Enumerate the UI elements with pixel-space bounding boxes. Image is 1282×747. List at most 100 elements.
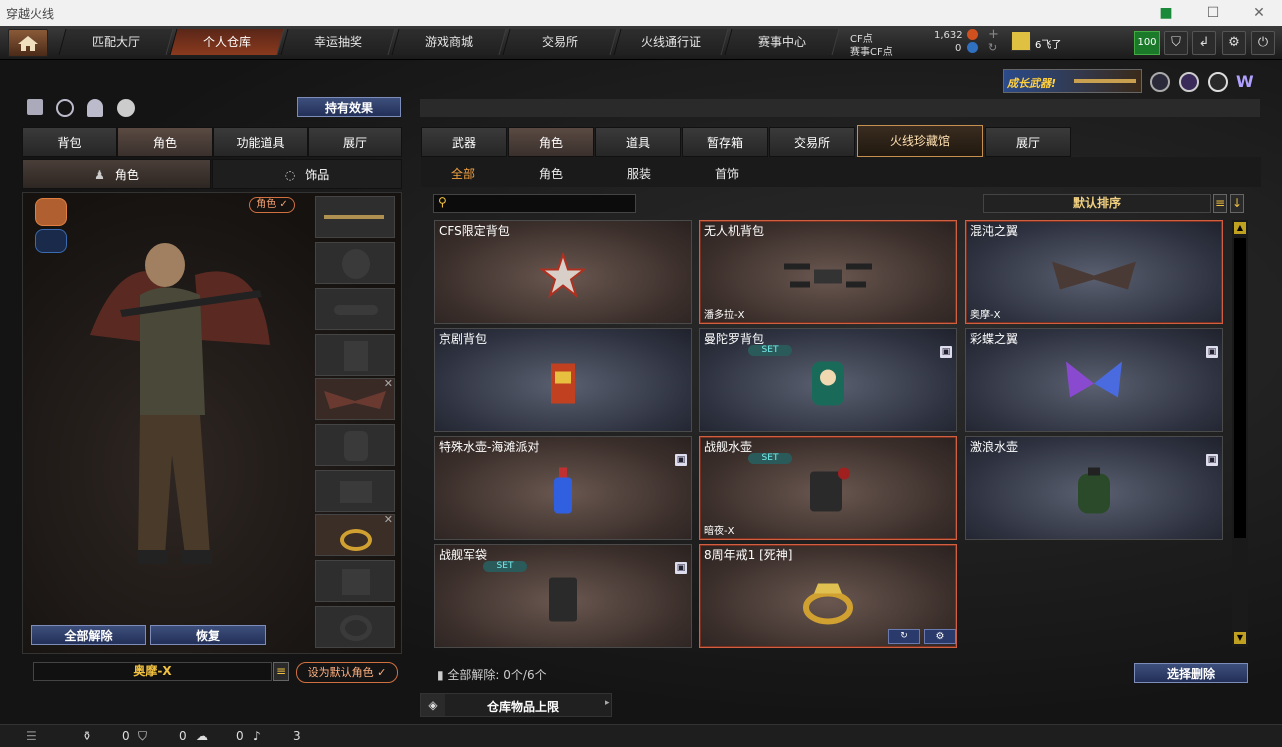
pose-icon[interactable] <box>87 99 103 117</box>
power-button[interactable]: ⏻ <box>1251 31 1275 55</box>
v-emblem-icon[interactable]: W <box>1236 72 1254 91</box>
left-tab-character[interactable]: 角色 <box>117 127 213 157</box>
role-badge[interactable]: 角色 ✓ <box>249 197 295 213</box>
lock-icon[interactable]: ▣ <box>1206 346 1218 358</box>
grenade-icon[interactable] <box>117 99 135 117</box>
right-tab-character[interactable]: 角色 <box>508 127 594 157</box>
restore-button[interactable]: 恢复 <box>150 625 266 645</box>
item-owner: 潘多拉-X <box>704 310 745 321</box>
inventory-icon: ⚱ <box>82 729 93 743</box>
left-tab-showroom[interactable]: 展厅 <box>308 127 402 157</box>
lock-icon[interactable]: ▣ <box>675 454 687 466</box>
item-card[interactable]: 战舰水壶 SET 暗夜-X <box>699 436 957 540</box>
growth-weapon-banner[interactable]: 成长武器! <box>1003 69 1142 93</box>
slot-vest[interactable] <box>315 334 395 376</box>
subtab-character[interactable]: 角色 <box>539 165 563 182</box>
slot-weapon[interactable] <box>315 196 395 238</box>
slot-pouch[interactable] <box>315 470 395 512</box>
slot-head[interactable] <box>315 242 395 284</box>
nav-tab-exchange[interactable]: 交易所 <box>502 29 618 55</box>
slot-ring[interactable]: ✕ <box>315 513 395 556</box>
slot-glove[interactable] <box>315 560 395 602</box>
nav-tab-events[interactable]: 赛事中心 <box>724 29 840 55</box>
scroll-thumb[interactable] <box>1234 238 1246 538</box>
left-subtab-character[interactable]: ♟ 角色 <box>22 159 211 189</box>
back-button[interactable]: ↲ <box>1192 31 1216 55</box>
nav-tab-lottery[interactable]: 幸运抽奖 <box>280 29 396 55</box>
refresh-icon[interactable]: ↻ <box>888 629 920 644</box>
canteen-icon <box>1074 466 1114 521</box>
lock-icon[interactable]: ▣ <box>675 562 687 574</box>
right-tab-exchange[interactable]: 交易所 <box>769 127 855 157</box>
nav-tab-match-lobby[interactable]: 匹配大厅 <box>58 29 174 55</box>
home-button[interactable] <box>8 29 48 57</box>
item-card[interactable]: 特殊水壶-海滩派对 ▣ <box>434 436 692 540</box>
shield-icon: ⛉ <box>1171 35 1181 50</box>
left-tab-function[interactable]: 功能道具 <box>213 127 308 157</box>
item-card[interactable]: 混沌之翼 奥摩-X <box>965 220 1223 324</box>
right-tab-items[interactable]: 道具 <box>595 127 681 157</box>
list-icon[interactable]: ≡ <box>1213 194 1227 213</box>
settings-button[interactable]: ⚙ <box>1222 31 1246 55</box>
set-default-button[interactable]: 设为默认角色 ✓ <box>296 662 398 683</box>
storage-limit-bar[interactable]: ◈ 仓库物品上限 ▸ <box>420 693 612 717</box>
slot-wings[interactable]: ✕ <box>315 377 395 420</box>
item-card[interactable]: 曼陀罗背包 SET ▣ <box>699 328 957 432</box>
list-icon[interactable]: ≡ <box>273 662 289 681</box>
maximize-button[interactable]: ☐ <box>1190 0 1236 26</box>
subtab-all[interactable]: 全部 <box>451 165 475 182</box>
search-input[interactable]: ⚲ <box>433 194 636 213</box>
gear-icon[interactable]: ⚙ <box>924 629 956 644</box>
menu-icon[interactable]: ☰ <box>26 729 37 743</box>
remove-icon[interactable]: ✕ <box>384 377 393 390</box>
add-icon[interactable]: + <box>988 27 999 42</box>
scroll-down-icon[interactable]: ▼ <box>1234 632 1246 644</box>
right-tab-showroom[interactable]: 展厅 <box>985 127 1071 157</box>
scroll-up-icon[interactable]: ▲ <box>1234 222 1246 234</box>
left-subtab-accessory[interactable]: ◌ 饰品 <box>212 159 402 189</box>
item-card[interactable]: 彩蝶之翼 ▣ <box>965 328 1223 432</box>
item-card[interactable]: 8周年戒1 [死神] ↻ ⚙ <box>699 544 957 648</box>
nav-tab-pass[interactable]: 火线通行证 <box>613 29 729 55</box>
slot-bracelet[interactable] <box>315 606 395 648</box>
bookmark-icon: ▮ <box>437 668 448 682</box>
globe-icon[interactable] <box>1179 72 1199 92</box>
effects-button[interactable]: 持有效果 <box>297 97 401 117</box>
nav-tab-shop[interactable]: 游戏商城 <box>391 29 507 55</box>
item-card[interactable]: 无人机背包 潘多拉-X <box>699 220 957 324</box>
select-delete-button[interactable]: 选择删除 <box>1134 663 1248 683</box>
right-tab-weapon[interactable]: 武器 <box>421 127 507 157</box>
release-all-button[interactable]: 全部解除 <box>31 625 146 645</box>
subtab-jewelry[interactable]: 首饰 <box>715 165 739 182</box>
weapon-emblem-icon[interactable] <box>1208 72 1228 92</box>
item-card[interactable]: 京剧背包 <box>434 328 692 432</box>
vest-icon <box>344 341 368 371</box>
title-bar: 穿越火线 ■ ☐ ✕ <box>0 0 1282 26</box>
refresh-icon[interactable]: ↻ <box>988 41 997 54</box>
right-tab-collection[interactable]: 火线珍藏馆 <box>857 125 983 157</box>
character-name-field[interactable]: 奥摩-X <box>33 662 272 681</box>
lock-icon[interactable]: ▣ <box>940 346 952 358</box>
sort-desc-icon[interactable]: ↓ <box>1230 194 1244 213</box>
badge-button[interactable]: ⛉ <box>1164 31 1188 55</box>
lock-icon[interactable]: ▣ <box>1206 454 1218 466</box>
slot-backpack[interactable] <box>315 424 395 466</box>
remove-icon[interactable]: ✕ <box>384 513 393 526</box>
emblem-icon[interactable] <box>1150 72 1170 92</box>
subtab-clothing[interactable]: 服装 <box>627 165 651 182</box>
stats-icon[interactable] <box>27 99 43 115</box>
nav-tab-storage[interactable]: 个人仓库 <box>169 29 285 55</box>
item-card[interactable]: 战舰军袋 SET ▣ <box>434 544 692 648</box>
close-button[interactable]: ✕ <box>1236 0 1282 26</box>
accessory-icon: ◌ <box>284 168 296 182</box>
rotate-icon[interactable] <box>56 99 74 117</box>
item-card[interactable]: CFS限定背包 <box>434 220 692 324</box>
left-tab-backpack[interactable]: 背包 <box>22 127 117 157</box>
item-card[interactable]: 激浪水壶 ▣ <box>965 436 1223 540</box>
bracelet-icon <box>340 615 372 641</box>
scrollbar[interactable]: ▲ ▼ <box>1232 220 1248 647</box>
slot-glasses[interactable] <box>315 288 395 330</box>
right-tab-temp-box[interactable]: 暂存箱 <box>682 127 768 157</box>
sort-dropdown[interactable]: 默认排序 <box>983 194 1211 213</box>
app-icon: ■ <box>1159 5 1173 21</box>
